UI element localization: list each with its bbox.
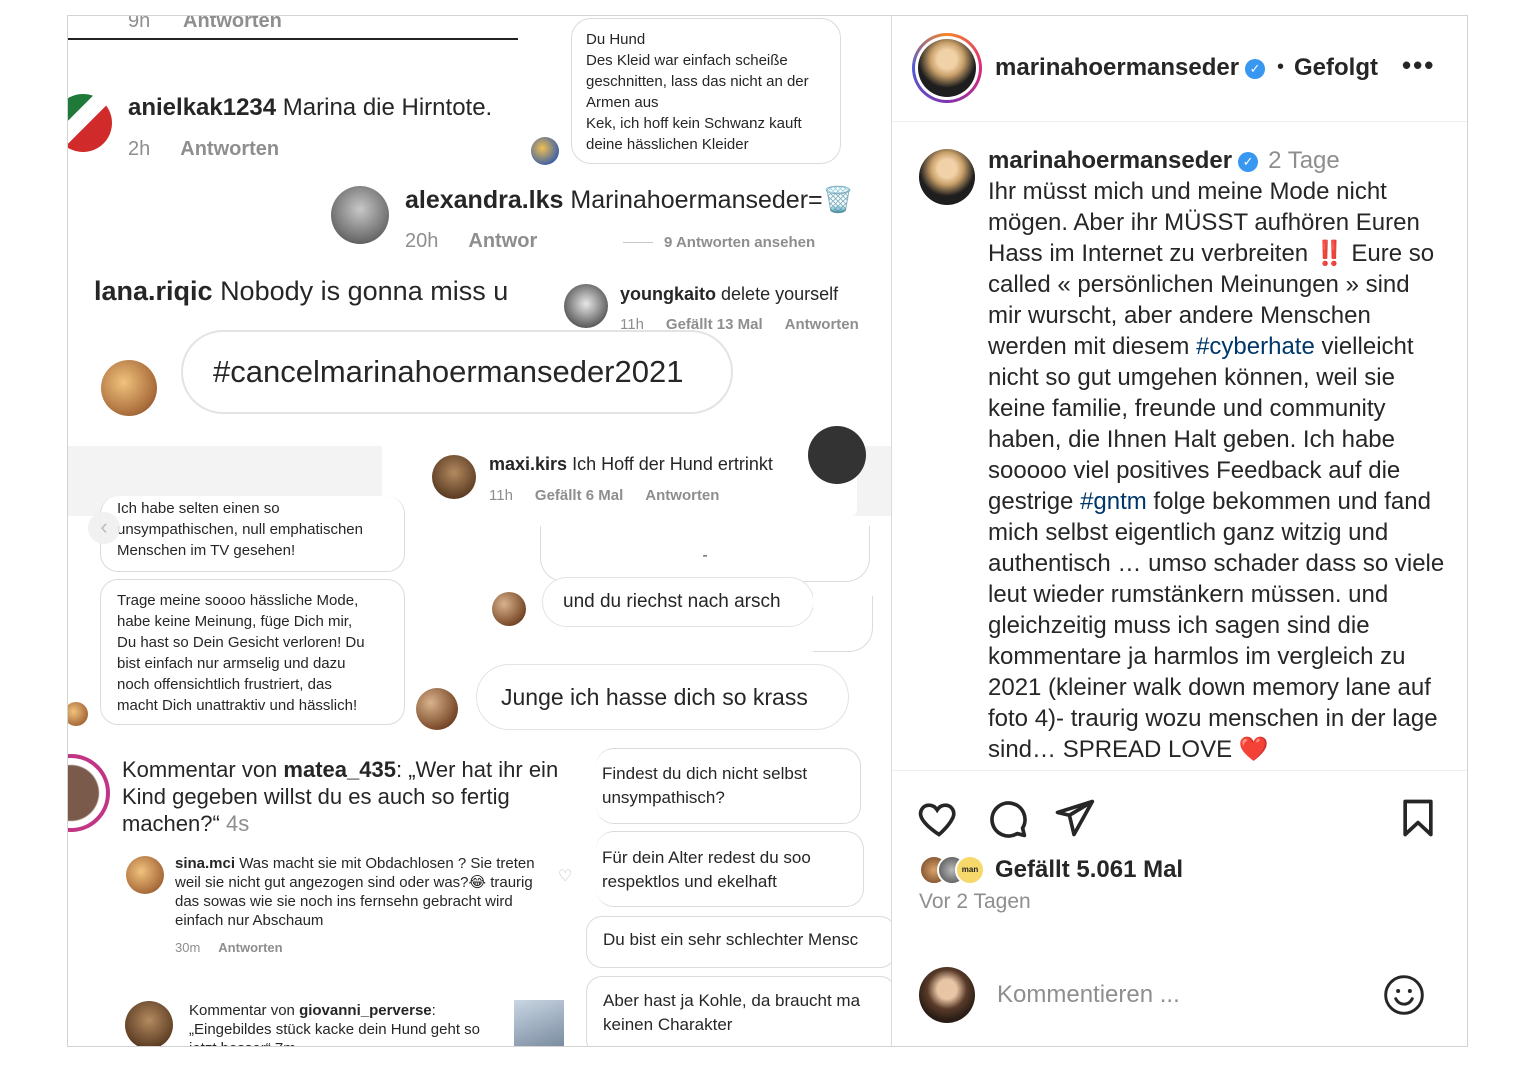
following-button[interactable]: Gefolgt: [1294, 54, 1378, 82]
action-bar: [892, 776, 1467, 856]
comment-meta: 2h Antworten: [128, 138, 280, 160]
comment-youngkaito: youngkaito delete yourself: [620, 284, 839, 304]
hashtag-link[interactable]: #cyberhate: [1196, 333, 1315, 360]
cutoff-comment: 9h Antworten: [68, 16, 518, 40]
profile-avatar-story-ring[interactable]: [912, 33, 982, 103]
separator-dot: •: [1277, 56, 1285, 78]
dm-bubble: Junge ich hasse dich so krass: [476, 664, 849, 730]
avatar: [125, 1001, 173, 1046]
verified-icon: ✓: [1238, 152, 1259, 172]
caption-avatar[interactable]: [919, 149, 975, 205]
avatar: [331, 186, 389, 244]
caption-time: 2 Tage: [1268, 147, 1340, 174]
post-sidebar: marinahoermanseder ✓ • Gefolgt ••• marina…: [891, 16, 1467, 1046]
bookmark-icon[interactable]: [1396, 796, 1440, 840]
avatar: [531, 137, 559, 165]
dm-bubble: und du riechst nach arsch: [542, 577, 814, 627]
dm-bubble: Ich habe selten einen so unsympathischen…: [100, 496, 405, 572]
comment-meta: 30m Antworten: [175, 940, 283, 955]
verified-icon: ✓: [1245, 59, 1266, 79]
double-exclamation-icon: ‼️: [1314, 240, 1345, 267]
hashtag-bubble: #cancelmarinahoermanseder2021: [181, 330, 733, 414]
caption-username[interactable]: marinahoermanseder: [988, 147, 1232, 174]
emoji-icon[interactable]: [1382, 973, 1426, 1017]
profile-picture: [918, 39, 976, 97]
caption-text: marinahoermanseder ✓ 2 Tage Ihr müsst mich…: [988, 147, 1445, 763]
heart-icon[interactable]: ♡: [558, 866, 572, 886]
view-replies-link[interactable]: 9 Antworten ansehen: [664, 234, 815, 251]
comment-maxi: maxi.kirs Ich Hoff der Hund ertrinkt: [489, 454, 773, 474]
comment-meta: 11h Gefällt 6 Mal Antworten: [489, 487, 720, 504]
comment-input[interactable]: [997, 977, 1357, 1013]
comment-giovanni: Kommentar von giovanni_perverse: „Eingeb…: [189, 1002, 481, 1046]
avatar: [564, 284, 608, 328]
comment-meta: 20h Antwor: [405, 230, 538, 252]
likes-count[interactable]: Gefällt 5.061 Mal: [995, 856, 1183, 884]
comment-icon[interactable]: [985, 796, 1029, 840]
likes-row[interactable]: man Gefällt 5.061 Mal: [919, 852, 1183, 888]
dm-bubble: Findest du dich nicht selbst unsympathis…: [596, 748, 861, 824]
divider: [623, 242, 653, 243]
story-avatar: [68, 754, 110, 832]
dm-bubble: Du bist ein sehr schlechter Mensc: [586, 916, 891, 968]
more-options-icon[interactable]: •••: [1402, 50, 1435, 81]
avatar: [101, 360, 157, 416]
avatar: [416, 688, 458, 730]
avatar: [126, 856, 164, 894]
dm-bubble-edge: [813, 596, 873, 652]
avatar: [432, 455, 476, 499]
post-image-collage[interactable]: 9h Antworten anielkak1234 Marina die Hir…: [68, 16, 891, 1046]
comment-time: 9h: [128, 16, 151, 32]
comment-alexandra: alexandra.lks Marinahoermanseder=🗑️: [405, 186, 854, 214]
post-time-ago: Vor 2 Tagen: [919, 890, 1031, 913]
caption-area: marinahoermanseder ✓ 2 Tage Ihr müsst mich…: [892, 123, 1467, 771]
comment-sina: sina.mci Was macht sie mit Obdachlosen ?…: [175, 855, 535, 929]
header-username[interactable]: marinahoermanseder ✓: [995, 54, 1266, 82]
dm-bubble: Aber hast ja Kohle, da braucht ma keinen…: [586, 976, 891, 1046]
avatar: [492, 592, 526, 626]
thumbnail-image: [514, 1000, 564, 1046]
dm-bubble: Trage meine soooo hässliche Mode, habe k…: [100, 579, 405, 725]
liker-avatar: man: [955, 855, 985, 885]
heart-icon[interactable]: [917, 796, 961, 840]
current-user-avatar: [919, 967, 975, 1023]
instagram-post-frame: 9h Antworten anielkak1234 Marina die Hir…: [67, 15, 1468, 1047]
dm-bubble: -: [540, 526, 870, 582]
post-header: marinahoermanseder ✓ • Gefolgt •••: [892, 16, 1467, 122]
hashtag-link[interactable]: #gntm: [1080, 488, 1147, 515]
comment-bar: [892, 951, 1467, 1046]
share-icon[interactable]: [1052, 796, 1096, 840]
dm-bubble: Du Hund Des Kleid war einfach scheiße ge…: [571, 18, 841, 164]
avatar: [68, 702, 88, 726]
chevron-left-icon[interactable]: ‹: [88, 512, 120, 544]
dm-bubble: Für dein Alter redest du soo respektlos …: [596, 831, 864, 907]
comment-lana: lana.riqic Nobody is gonna miss u: [94, 276, 509, 306]
comment-anielkak: anielkak1234 Marina die Hirntote.: [128, 94, 493, 121]
comment-reply: Antworten: [183, 16, 282, 32]
decor-circle: [808, 426, 866, 484]
comment-matea: Kommentar von matea_435: „Wer hat ihr ei…: [122, 757, 559, 836]
avatar: [68, 94, 112, 152]
